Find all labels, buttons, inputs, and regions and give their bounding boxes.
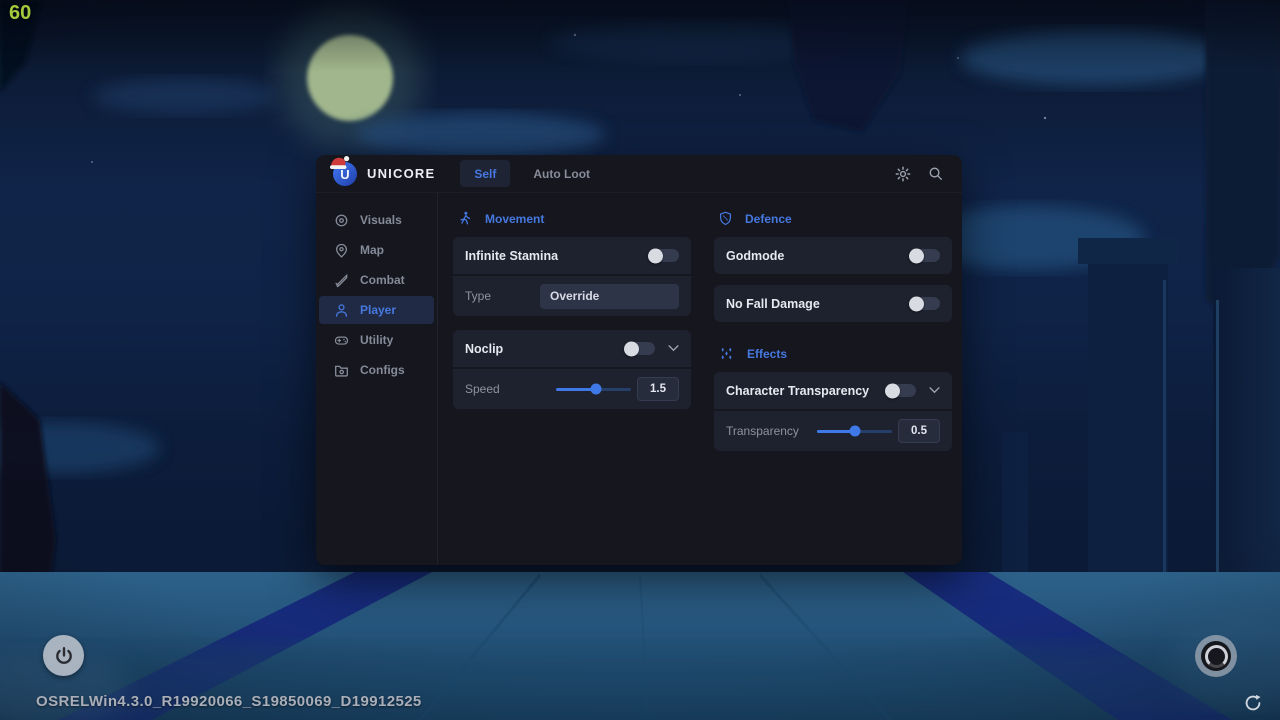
power-button[interactable] [43,635,84,676]
infinite-stamina-toggle[interactable] [649,249,679,262]
setting-label: No Fall Damage [726,297,820,311]
build-version-text: OSRELWin4.3.0_R19920066_S19850069_D19912… [36,693,422,710]
fps-counter: 60 [9,2,31,25]
sidebar-item-label: Map [360,243,384,257]
setting-label: Transparency [726,424,799,438]
sidebar-item-label: Configs [360,363,405,377]
section-title: Movement [485,212,544,226]
player-icon [334,303,349,318]
no-fall-damage-toggle[interactable] [910,297,940,310]
santa-hat-icon [326,155,352,173]
effects-icon [719,346,734,361]
sidebar-item-visuals[interactable]: Visuals [319,206,434,234]
sidebar: Visuals Map Combat [316,193,438,565]
camera-lens-icon [1201,641,1231,671]
chevron-down-icon [929,387,940,394]
column-right: Defence Godmode No Fall Damage [714,211,952,565]
setting-label: Character Transparency [726,384,869,398]
setting-row-character-transparency: Character Transparency [714,372,952,409]
tab-auto-loot[interactable]: Auto Loot [519,160,604,187]
section-header-effects: Effects [719,346,952,361]
speed-slider[interactable] [556,388,631,391]
window-header: U UNICORE Self Auto Loot [316,155,962,193]
content-area: Movement Infinite Stamina Type Override [438,193,962,565]
tab-bar: Self Auto Loot [460,160,604,187]
noclip-toggle[interactable] [625,342,655,355]
unicore-logo: U [333,162,357,186]
search-icon[interactable] [928,166,943,181]
combat-icon [334,273,349,288]
sidebar-item-label: Combat [360,273,405,287]
screenshot-button[interactable] [1195,635,1237,677]
sidebar-item-utility[interactable]: Utility [319,326,434,354]
sidebar-item-configs[interactable]: Configs [319,356,434,384]
sidebar-item-map[interactable]: Map [319,236,434,264]
moon [307,35,393,121]
transparency-slider[interactable] [817,430,892,433]
defence-icon [719,211,732,226]
utility-icon [334,333,349,348]
character-transparency-toggle[interactable] [886,384,916,397]
card-character-transparency: Character Transparency Transparency [714,372,952,451]
movement-icon [458,211,472,226]
screen: 60 OSRELWin4.3.0_R19920066_S19850069_D19… [0,0,1280,720]
godmode-toggle[interactable] [910,249,940,262]
visuals-icon [334,213,349,228]
setting-row-infinite-stamina: Infinite Stamina [453,237,691,274]
sidebar-item-label: Player [360,303,396,317]
card-infinite-stamina: Infinite Stamina Type Override [453,237,691,316]
brand-title: UNICORE [367,166,435,181]
sidebar-item-player[interactable]: Player [319,296,434,324]
setting-label: Noclip [465,342,503,356]
character-transparency-expand-chevron[interactable] [929,387,940,394]
setting-label: Infinite Stamina [465,249,558,263]
tab-self[interactable]: Self [460,160,510,187]
type-select-value: Override [550,289,599,303]
setting-row-godmode: Godmode [714,237,952,274]
transparency-value[interactable]: 0.5 [898,419,940,443]
section-header-defence: Defence [719,211,952,226]
setting-row-no-fall-damage: No Fall Damage [714,285,952,322]
unicore-menu-window: U UNICORE Self Auto Loot [316,155,962,565]
setting-row-transparency: Transparency 0.5 [714,409,952,451]
card-noclip: Noclip Speed [453,330,691,409]
card-godmode: Godmode [714,237,952,274]
setting-row-type: Type Override [453,274,691,316]
setting-row-noclip: Noclip [453,330,691,367]
transparency-slider-thumb[interactable] [850,426,861,437]
setting-label: Godmode [726,249,784,263]
loading-spinner-icon [1242,692,1264,714]
speed-slider-thumb[interactable] [590,384,601,395]
section-title: Effects [747,347,787,361]
section-title: Defence [745,212,792,226]
power-icon [53,645,75,667]
setting-label: Type [465,289,491,303]
sidebar-item-label: Visuals [360,213,402,227]
setting-row-speed: Speed 1.5 [453,367,691,409]
chevron-down-icon [668,345,679,352]
settings-gear-icon[interactable] [895,166,911,182]
type-select[interactable]: Override [540,284,679,309]
bg-tower [788,0,908,132]
speed-value[interactable]: 1.5 [637,377,679,401]
setting-label: Speed [465,382,500,396]
map-icon [334,243,349,258]
configs-icon [334,363,349,378]
sidebar-item-combat[interactable]: Combat [319,266,434,294]
noclip-expand-chevron[interactable] [668,345,679,352]
section-header-movement: Movement [458,211,691,226]
sidebar-item-label: Utility [360,333,393,347]
column-left: Movement Infinite Stamina Type Override [453,211,691,565]
card-no-fall-damage: No Fall Damage [714,285,952,322]
